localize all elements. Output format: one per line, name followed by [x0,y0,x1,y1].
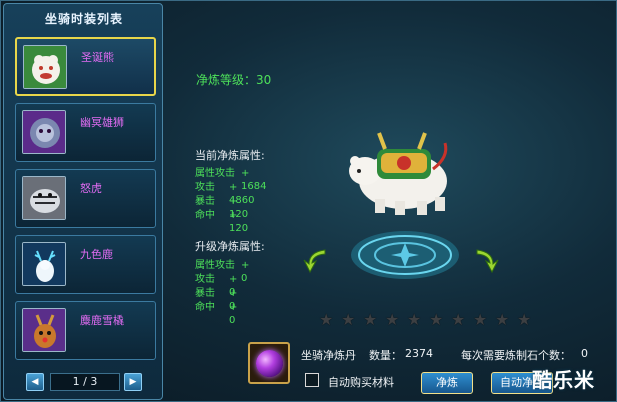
star-icon: ★ [451,310,466,329]
purple-orb-icon [256,350,283,377]
pager: ◀ 1 / 3 ▶ [26,373,144,393]
upgrade-stat-row: 属性攻击 + 0 [195,259,249,284]
refine-level-label: 净炼等级： [196,73,257,87]
lion-mount-icon [22,110,66,154]
upgrade-stats-title: 升级净炼属性: [195,240,265,253]
stat-value: + 120 [229,210,249,234]
refine-button[interactable]: 净炼 [421,372,473,394]
refine-level: 净炼等级：30 [196,71,271,88]
star-icon: ★ [495,310,510,329]
star-icon: ★ [363,310,378,329]
tiger-mount-icon [22,176,66,220]
current-stat-row: 攻击 + 4860 [195,181,254,206]
mount-item-angry-tiger[interactable]: 怒虎 [15,169,156,228]
material-need: 0 [581,347,588,360]
stat-value: + 0 [241,260,250,284]
star-icon: ★ [341,310,356,329]
star-icon: ★ [517,310,532,329]
current-stat-row: 暴击 + 120 [195,195,248,220]
stat-name: 攻击 [195,274,215,285]
star-icon: ★ [473,310,488,329]
material-count: 2374 [405,347,433,360]
mount-item-reindeer-sleigh[interactable]: 麋鹿雪橇 [15,301,156,360]
nine-color-deer-icon [22,242,66,286]
material-count-label: 数量： [369,349,402,362]
refine-material-slot[interactable] [248,342,290,384]
star-icon: ★ [319,310,334,329]
star-icon: ★ [385,310,400,329]
upgrade-stat-row: 攻击 + 0 [195,273,237,298]
watermark: 酷乐米 [532,368,595,392]
reindeer-sleigh-icon [22,308,66,352]
star-icon: ★ [429,310,444,329]
bear-mount-icon [23,45,67,89]
prev-page-button[interactable]: ◀ [26,373,44,391]
stat-name: 暴击 [195,196,215,207]
mount-item-christmas-bear[interactable]: 圣诞熊 [15,37,156,96]
stat-name: 攻击 [195,182,215,193]
stat-name: 属性攻击 [195,260,235,271]
material-name: 坐骑净炼丹 [301,349,356,362]
rotate-right-arrow-icon[interactable] [471,244,501,274]
current-stat-row: 属性攻击 + 1684 [195,167,266,192]
current-stat-row: 命中 + 120 [195,209,248,234]
mount-name: 九色鹿 [80,248,113,261]
stat-name: 暴击 [195,288,215,299]
mount-refine-window: 坐骑时装列表 圣诞熊 幽冥雄狮 怒虎 九色鹿 麋鹿雪橇 ◀ 1 / 3 ▶ 净炼… [0,0,617,402]
mount-preview-bear [349,132,448,215]
star-icon: ★ [407,310,422,329]
mount-item-nine-color-deer[interactable]: 九色鹿 [15,235,156,294]
mount-list-panel: 坐骑时装列表 圣诞熊 幽冥雄狮 怒虎 九色鹿 麋鹿雪橇 ◀ 1 / 3 ▶ [3,3,163,400]
current-stats-title: 当前净炼属性: [195,149,265,162]
mount-name: 怒虎 [80,182,102,195]
upgrade-stat-row: 命中 + 0 [195,301,237,326]
panel-title: 坐骑时装列表 [44,12,123,26]
mount-pedestal [351,231,459,279]
refine-level-value: 30 [256,73,272,87]
next-page-button[interactable]: ▶ [124,373,142,391]
mount-item-nether-lion[interactable]: 幽冥雄狮 [15,103,156,162]
stat-name: 属性攻击 [195,168,235,179]
stat-value: + 0 [229,302,238,326]
mount-name: 圣诞熊 [81,51,114,64]
mount-name: 幽冥雄狮 [80,116,124,129]
page-indicator: 1 / 3 [50,373,120,391]
upgrade-stat-row: 暴击 + 0 [195,287,237,312]
mount-name: 麋鹿雪橇 [80,314,124,327]
rotate-left-arrow-icon[interactable] [301,244,331,274]
auto-buy-checkbox[interactable] [305,373,319,387]
auto-buy-label: 自动购买材料 [328,376,394,389]
stat-name: 命中 [195,302,215,313]
stat-name: 命中 [195,210,215,221]
material-need-label: 每次需要炼制石个数： [461,349,571,362]
